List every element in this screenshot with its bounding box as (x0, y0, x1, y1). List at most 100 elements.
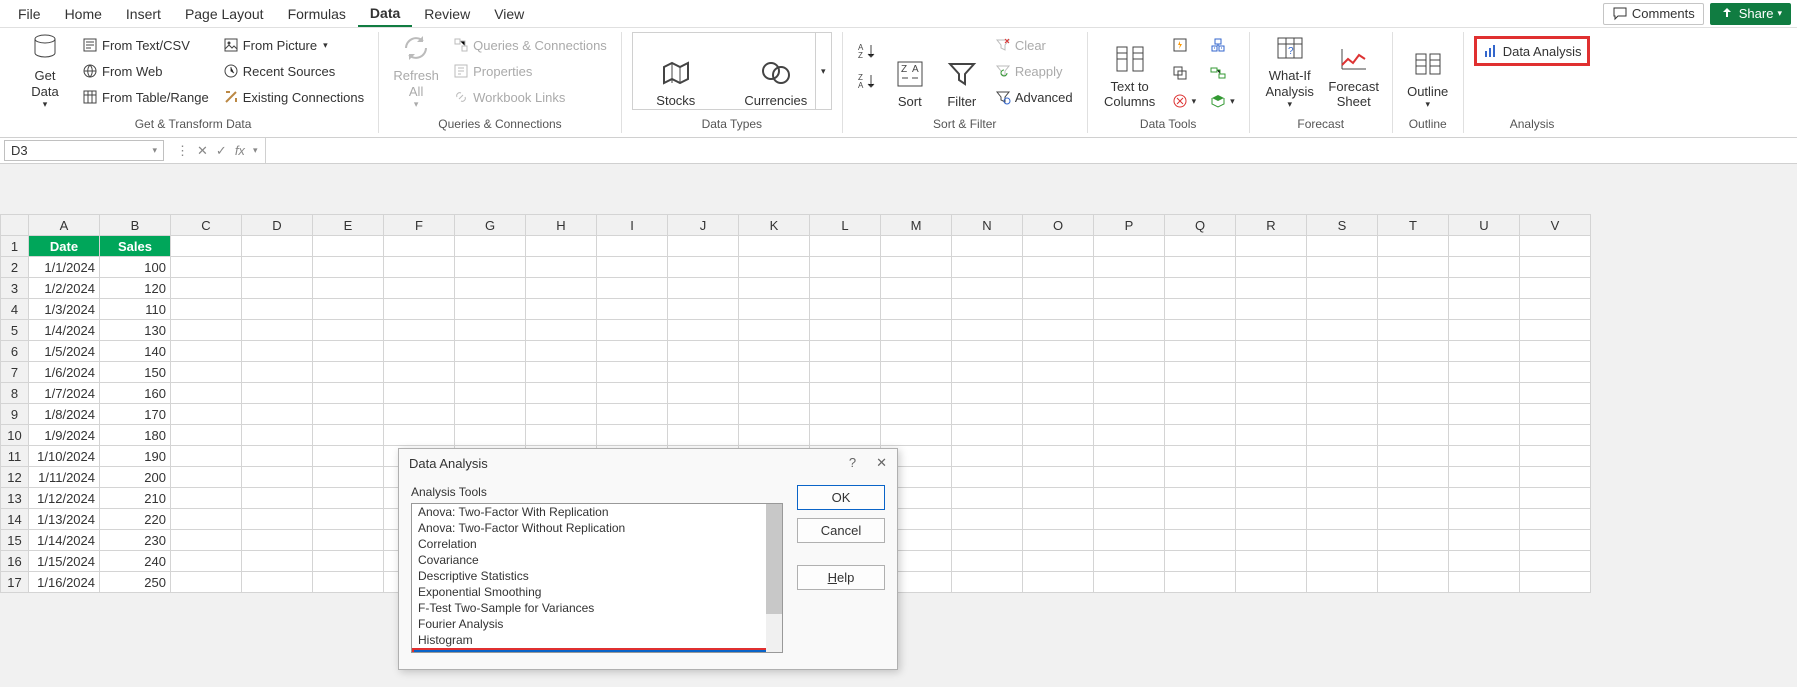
cell[interactable] (313, 341, 384, 362)
cell[interactable] (313, 257, 384, 278)
row-header[interactable]: 9 (1, 404, 29, 425)
cell[interactable] (739, 404, 810, 425)
cell[interactable] (1165, 341, 1236, 362)
cell[interactable] (1165, 257, 1236, 278)
from-table-range-button[interactable]: From Table/Range (78, 86, 213, 108)
cell[interactable] (1307, 362, 1378, 383)
cell[interactable] (952, 257, 1023, 278)
cell[interactable] (1094, 446, 1165, 467)
cell[interactable] (313, 299, 384, 320)
outline-button[interactable]: Outline▾ (1403, 32, 1453, 112)
tab-page-layout[interactable]: Page Layout (173, 0, 276, 27)
cell[interactable] (384, 299, 455, 320)
cell[interactable]: 100 (100, 257, 171, 278)
cell[interactable] (1165, 383, 1236, 404)
cell[interactable] (1094, 551, 1165, 572)
cell[interactable] (242, 530, 313, 551)
cell[interactable] (1449, 509, 1520, 530)
cell[interactable] (1236, 383, 1307, 404)
ok-button[interactable]: OK (797, 485, 885, 510)
formula-input[interactable] (266, 138, 1797, 163)
cell[interactable] (1449, 530, 1520, 551)
cell[interactable]: 1/2/2024 (29, 278, 100, 299)
row-header[interactable]: 14 (1, 509, 29, 530)
cell[interactable]: 1/8/2024 (29, 404, 100, 425)
cell[interactable] (1094, 404, 1165, 425)
cell[interactable] (597, 383, 668, 404)
cell[interactable] (1307, 236, 1378, 257)
consolidate-button[interactable] (1206, 34, 1239, 56)
cell[interactable]: Date (29, 236, 100, 257)
cell[interactable] (313, 530, 384, 551)
cell[interactable]: Sales (100, 236, 171, 257)
cell[interactable] (1236, 320, 1307, 341)
cell[interactable] (1449, 341, 1520, 362)
cell[interactable]: 1/14/2024 (29, 530, 100, 551)
cell[interactable] (810, 299, 881, 320)
cell[interactable]: 1/10/2024 (29, 446, 100, 467)
tab-view[interactable]: View (482, 0, 536, 27)
properties-button[interactable]: Properties (449, 60, 611, 82)
cell[interactable] (384, 320, 455, 341)
cell[interactable] (313, 320, 384, 341)
cell[interactable] (1094, 509, 1165, 530)
cell[interactable] (1094, 278, 1165, 299)
cell[interactable] (171, 404, 242, 425)
cell[interactable] (1520, 425, 1591, 446)
list-item[interactable]: Anova: Two-Factor With Replication (412, 504, 782, 520)
cell[interactable] (526, 320, 597, 341)
cell[interactable] (242, 362, 313, 383)
cell[interactable] (1236, 425, 1307, 446)
column-header[interactable]: U (1449, 215, 1520, 236)
help-button[interactable]: Help (797, 565, 885, 590)
gallery-expand[interactable]: ▾ (815, 33, 831, 109)
cell[interactable] (1165, 425, 1236, 446)
cell[interactable] (1236, 467, 1307, 488)
cell[interactable] (1378, 404, 1449, 425)
cell[interactable] (526, 299, 597, 320)
cell[interactable] (384, 257, 455, 278)
relationships-button[interactable] (1206, 62, 1239, 84)
cell[interactable] (242, 278, 313, 299)
cell[interactable] (1449, 446, 1520, 467)
cell[interactable] (739, 299, 810, 320)
cell[interactable]: 1/15/2024 (29, 551, 100, 572)
cell[interactable] (526, 278, 597, 299)
cell[interactable] (313, 236, 384, 257)
cell[interactable] (1165, 362, 1236, 383)
cell[interactable] (1023, 362, 1094, 383)
cell[interactable] (810, 425, 881, 446)
cell[interactable] (1165, 236, 1236, 257)
cell[interactable] (1307, 530, 1378, 551)
cell[interactable] (1023, 257, 1094, 278)
tab-review[interactable]: Review (412, 0, 482, 27)
cell[interactable] (739, 425, 810, 446)
cell[interactable]: 1/16/2024 (29, 572, 100, 593)
column-header[interactable]: C (171, 215, 242, 236)
cell[interactable]: 120 (100, 278, 171, 299)
cell[interactable] (810, 278, 881, 299)
cell[interactable]: 1/6/2024 (29, 362, 100, 383)
cell[interactable] (668, 383, 739, 404)
column-header[interactable]: B (100, 215, 171, 236)
cell[interactable] (597, 320, 668, 341)
row-header[interactable]: 15 (1, 530, 29, 551)
cell[interactable] (1307, 551, 1378, 572)
cell[interactable]: 1/9/2024 (29, 425, 100, 446)
cell[interactable] (597, 236, 668, 257)
cell[interactable] (597, 257, 668, 278)
cell[interactable] (455, 341, 526, 362)
cell[interactable] (1236, 446, 1307, 467)
cell[interactable] (1520, 341, 1591, 362)
cell[interactable] (171, 425, 242, 446)
column-header[interactable]: E (313, 215, 384, 236)
cell[interactable] (313, 362, 384, 383)
scrollbar-thumb[interactable] (766, 504, 782, 614)
data-validation-button[interactable]: ▾ (1168, 90, 1201, 112)
cell[interactable] (881, 404, 952, 425)
cell[interactable] (242, 383, 313, 404)
cancel-formula-icon[interactable]: ✕ (197, 143, 208, 159)
cell[interactable] (171, 362, 242, 383)
cell[interactable] (1449, 299, 1520, 320)
cell[interactable] (1378, 257, 1449, 278)
